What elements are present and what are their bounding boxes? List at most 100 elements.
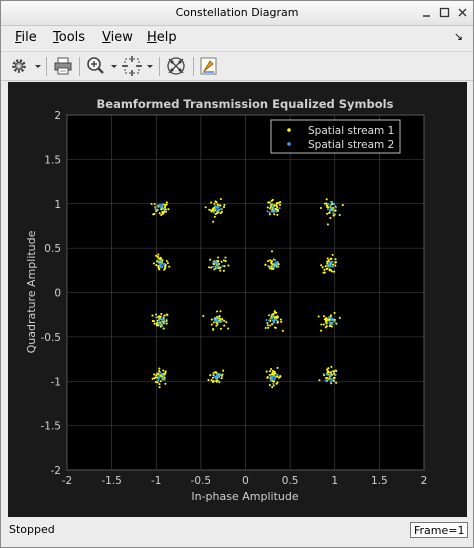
gear-icon[interactable] (9, 55, 41, 77)
y-tick-label: 0.5 (44, 243, 61, 255)
scatter-point-stream-1 (270, 262, 273, 265)
constellation-plot[interactable]: Beamformed Transmission Equalized Symbol… (8, 82, 467, 517)
highlight-icon[interactable] (198, 55, 220, 77)
scatter-point-stream-1 (317, 315, 320, 318)
chart-title: Beamformed Transmission Equalized Symbol… (97, 97, 394, 111)
menu-tools[interactable]: Tools (53, 30, 85, 45)
scatter-point-stream-1 (152, 262, 155, 265)
maximize-icon[interactable] (438, 6, 451, 19)
minimize-icon[interactable] (420, 6, 433, 19)
menu-help[interactable]: Help (147, 30, 177, 45)
scatter-point-stream-1 (223, 203, 226, 206)
scatter-point-stream-1 (222, 259, 226, 262)
printer-icon[interactable] (52, 55, 74, 77)
scatter-point-stream-1 (225, 321, 228, 324)
scatter-point-stream-2 (270, 208, 273, 211)
scatter-point-stream-2 (157, 261, 160, 264)
scatter-point-stream-2 (165, 318, 168, 321)
scatter-point-stream-1 (213, 268, 216, 271)
y-tick-label: 1 (54, 199, 61, 211)
scatter-point-stream-2 (268, 319, 270, 322)
scatter-point-stream-2 (330, 322, 333, 325)
scatter-point-stream-1 (332, 370, 335, 373)
scatter-point-stream-1 (227, 327, 230, 330)
scatter-point-stream-2 (330, 207, 333, 210)
scatter-point-stream-1 (276, 381, 279, 384)
menu-bar: File Tools View Help (1, 26, 473, 49)
scatter-point-stream-1 (268, 267, 271, 270)
plot-area: Beamformed Transmission Equalized Symbol… (8, 82, 467, 517)
scatter-point-stream-1 (157, 257, 160, 260)
scatter-point-stream-1 (281, 329, 284, 332)
scatter-point-stream-1 (208, 208, 211, 211)
scatter-point-stream-1 (273, 370, 276, 373)
legend: Spatial stream 1 Spatial stream 2 (270, 119, 401, 154)
scatter-point-stream-1 (202, 314, 205, 318)
scatter-point-stream-1 (219, 310, 222, 313)
scatter-point-stream-1 (209, 374, 212, 377)
scatter-point-stream-2 (268, 211, 271, 214)
menu-file[interactable]: File (15, 30, 37, 45)
scatter-point-stream-1 (319, 206, 322, 210)
scatter-point-stream-1 (153, 373, 156, 376)
scatter-point-stream-1 (326, 257, 329, 260)
scatter-point-stream-2 (158, 264, 161, 267)
scatter-point-stream-1 (275, 202, 278, 205)
scatter-point-stream-1 (329, 324, 332, 327)
scatter-point-stream-1 (321, 266, 324, 269)
scatter-point-stream-1 (212, 321, 215, 324)
legend-label-stream-2: Spatial stream 2 (308, 139, 394, 151)
scatter-point-stream-2 (160, 259, 163, 262)
scatter-point-stream-1 (267, 326, 270, 329)
scatter-point-stream-1 (210, 318, 213, 321)
y-tick-label: 1.5 (44, 154, 61, 166)
scatter-point-stream-1 (329, 216, 332, 220)
constellation-window: Constellation Diagram File Tools View He… (0, 0, 474, 548)
scatter-point-stream-1 (223, 319, 226, 322)
scatter-point-stream-1 (328, 268, 331, 271)
scatter-point-stream-1 (224, 256, 227, 259)
scatter-point-stream-2 (333, 202, 336, 205)
scatter-point-stream-1 (326, 370, 329, 373)
scatter-point-stream-1 (326, 260, 329, 263)
fit-to-view-icon[interactable] (121, 55, 155, 77)
scatter-point-stream-1 (267, 314, 271, 317)
scatter-point-stream-1 (210, 209, 213, 212)
frame-counter: Frame=1 (410, 522, 468, 538)
scatter-point-stream-1 (332, 214, 335, 217)
scatter-point-stream-1 (335, 322, 338, 325)
scatter-point-stream-2 (329, 204, 332, 206)
scatter-point-stream-2 (164, 209, 167, 212)
scatter-point-stream-1 (277, 202, 280, 205)
scatter-point-stream-1 (331, 253, 334, 256)
scatter-point-stream-2 (322, 373, 325, 375)
scatter-point-stream-1 (219, 197, 222, 201)
scatter-point-stream-2 (215, 267, 218, 270)
dock-arrow-icon[interactable]: ↘ (454, 30, 463, 43)
scatter-point-stream-1 (322, 323, 325, 326)
scatter-point-stream-1 (271, 386, 274, 389)
scatter-point-stream-2 (270, 376, 273, 379)
scatter-point-stream-2 (215, 260, 218, 263)
scatter-point-stream-1 (157, 253, 160, 256)
zoom-in-icon[interactable] (85, 55, 119, 77)
scatter-point-stream-1 (266, 324, 269, 327)
scatter-point-stream-1 (162, 369, 165, 372)
scatter-point-stream-1 (333, 270, 336, 273)
scatter-point-stream-1 (161, 210, 164, 214)
close-icon[interactable] (456, 6, 469, 19)
constellation-icon[interactable] (165, 55, 187, 77)
scatter-point-stream-1 (153, 377, 156, 380)
scatter-point-stream-1 (326, 223, 329, 226)
scatter-point-stream-1 (320, 264, 323, 267)
scatter-point-stream-1 (324, 265, 327, 268)
scatter-point-stream-2 (159, 323, 162, 326)
menu-view[interactable]: View (102, 30, 133, 45)
x-tick-label: 2 (421, 475, 428, 487)
x-tick-label: 0.5 (282, 475, 299, 487)
scatter-point-stream-2 (275, 210, 278, 213)
scatter-point-stream-1 (215, 380, 218, 383)
scatter-point-stream-2 (157, 322, 160, 325)
scatter-point-stream-2 (215, 378, 218, 381)
scatter-point-stream-2 (328, 265, 331, 268)
